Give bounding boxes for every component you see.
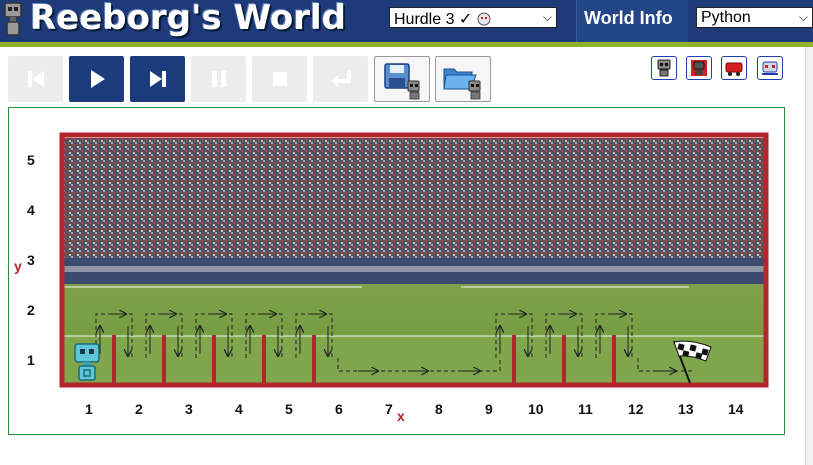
hurdle-wall bbox=[162, 335, 166, 385]
chevron-down-icon: ⌵ bbox=[542, 10, 552, 24]
x-tick-label: 12 bbox=[628, 401, 644, 417]
page-scrollbar[interactable] bbox=[805, 47, 813, 465]
reeborg-logo-icon bbox=[4, 2, 22, 36]
y-axis-ticks: 1 2 3 4 5 bbox=[27, 152, 35, 368]
robot-red-icon bbox=[691, 60, 707, 76]
hurdle-wall bbox=[612, 335, 616, 385]
x-axis-ticks: 1 2 3 4 5 6 7 8 9 10 11 12 13 14 bbox=[85, 401, 744, 417]
world-select[interactable]: Hurdle 3 ✓ ⌵ bbox=[389, 7, 557, 28]
chevron-down-icon: ⌵ bbox=[798, 10, 808, 24]
open-button[interactable] bbox=[435, 56, 491, 102]
pause-button[interactable] bbox=[191, 56, 246, 102]
x-tick-label: 10 bbox=[528, 401, 544, 417]
y-tick-label: 1 bbox=[27, 352, 35, 368]
step-button[interactable] bbox=[130, 56, 185, 102]
world-canvas: 1 2 3 4 5 6 7 8 9 10 11 12 13 14 12345 y x bbox=[8, 107, 785, 435]
x-tick-label: 9 bbox=[485, 401, 493, 417]
world-info-button[interactable]: World Info bbox=[576, 0, 688, 42]
hurdle-wall bbox=[312, 335, 316, 385]
x-tick-label: 8 bbox=[435, 401, 443, 417]
x-tick-label: 2 bbox=[135, 401, 143, 417]
x-tick-label: 1 bbox=[85, 401, 93, 417]
return-button[interactable] bbox=[313, 56, 368, 102]
y-tick-label: 3 bbox=[27, 252, 35, 268]
robot-model-button[interactable] bbox=[651, 56, 677, 80]
header-accent-bar bbox=[0, 42, 813, 47]
red-robot-flip-icon bbox=[725, 62, 743, 76]
return-icon bbox=[330, 70, 351, 87]
hurdle-wall bbox=[562, 335, 566, 385]
robot-traced-icon bbox=[762, 61, 778, 75]
reload-button[interactable] bbox=[8, 56, 63, 102]
hurdle-wall bbox=[262, 335, 266, 385]
x-tick-label: 11 bbox=[578, 401, 593, 417]
stop-icon bbox=[272, 72, 287, 86]
skip-back-icon bbox=[27, 71, 44, 87]
x-axis-label: x bbox=[397, 408, 405, 424]
app-header: Reeborg's World Hurdle 3 ✓ ⌵ World Info … bbox=[0, 0, 813, 42]
save-robot-icon bbox=[384, 63, 420, 100]
run-button[interactable] bbox=[69, 56, 124, 102]
hurdle-wall bbox=[512, 335, 516, 385]
y-tick-label: 2 bbox=[27, 302, 35, 318]
x-tick-label: 5 bbox=[285, 401, 293, 417]
hurdle-wall bbox=[212, 335, 216, 385]
robot-icon bbox=[657, 59, 671, 77]
x-tick-label: 3 bbox=[185, 401, 193, 417]
step-forward-icon bbox=[149, 71, 166, 87]
hurdle-wall bbox=[112, 335, 116, 385]
app-title: Reeborg's World bbox=[30, 0, 346, 38]
x-tick-label: 4 bbox=[235, 401, 243, 417]
robot-flip-button[interactable] bbox=[721, 56, 747, 80]
x-tick-label: 13 bbox=[678, 401, 694, 417]
language-select[interactable]: Python ⌵ bbox=[696, 7, 813, 28]
robot-trace-button[interactable] bbox=[757, 56, 783, 80]
x-tick-label: 6 bbox=[335, 401, 343, 417]
save-button[interactable] bbox=[374, 56, 430, 102]
pause-icon bbox=[211, 71, 226, 87]
play-icon bbox=[90, 70, 105, 88]
x-tick-label: 14 bbox=[728, 401, 744, 417]
robot-status-icon bbox=[477, 12, 491, 26]
stadium-background-image bbox=[64, 138, 764, 383]
y-tick-label: 4 bbox=[27, 202, 35, 218]
world-select-value: Hurdle 3 ✓ bbox=[394, 11, 473, 28]
y-tick-label: 5 bbox=[27, 152, 35, 168]
open-robot-icon bbox=[443, 68, 481, 100]
reeborg-robot-icon bbox=[74, 343, 100, 381]
stop-button[interactable] bbox=[252, 56, 307, 102]
robot-red-button[interactable] bbox=[686, 56, 712, 80]
world-grid: 1 2 3 4 5 6 7 8 9 10 11 12 13 14 12345 y x bbox=[14, 132, 769, 424]
language-select-value: Python bbox=[701, 9, 751, 26]
y-axis-label: y bbox=[14, 258, 22, 274]
x-tick-label: 7 bbox=[385, 401, 393, 417]
